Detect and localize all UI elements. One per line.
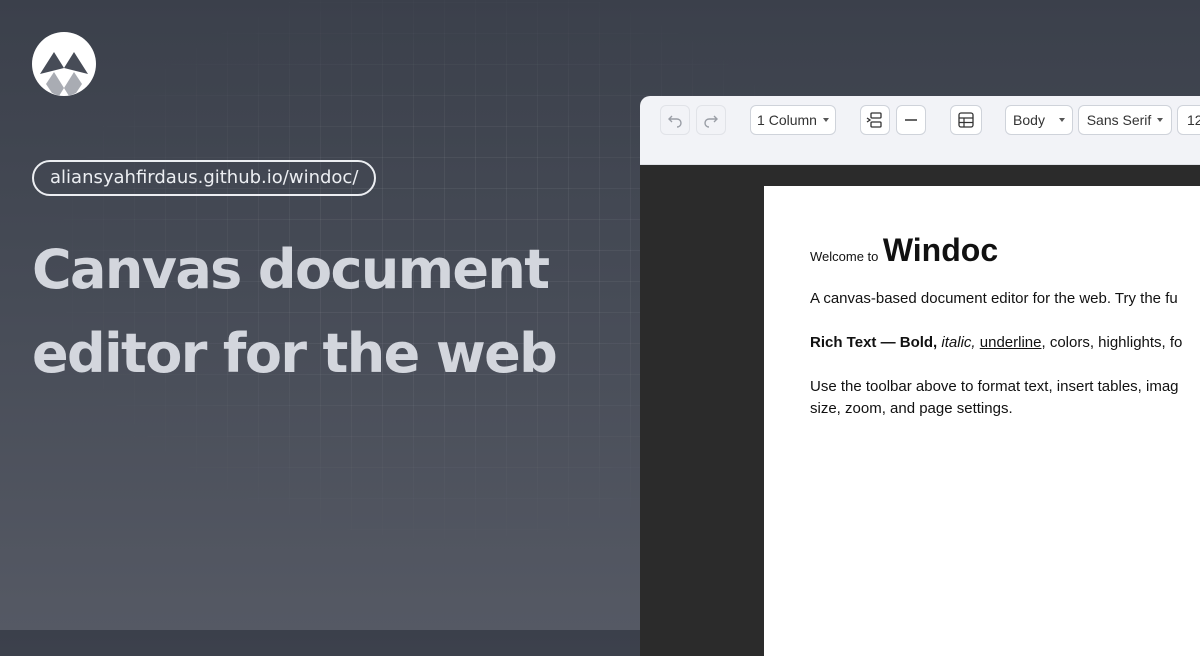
horizontal-rule-icon [905,119,917,121]
rich-text-bold: Rich Text — Bold, [810,334,938,351]
font-family-label: Sans Serif [1086,112,1152,128]
chevron-down-icon [822,118,829,122]
redo-icon [704,115,718,128]
heading-title: Windoc [882,232,999,268]
font-family-dropdown[interactable]: Sans Serif [1078,105,1172,135]
paragraph-style-dropdown[interactable]: Body [1005,105,1073,135]
document-paragraph-3a: Use the toolbar above to format text, in… [810,378,1179,395]
toolbar: 1 Column Body Sans Serif 1 [640,96,1200,165]
horizontal-rule-button[interactable] [896,105,926,135]
headline-line-2: editor for the web [32,322,558,385]
undo-button[interactable] [660,105,690,135]
windoc-logo-icon [32,32,96,96]
font-size-dropdown[interactable]: 12 [1177,105,1200,135]
document-page[interactable]: Welcome to Windoc A canvas-based documen… [764,186,1200,656]
document-paragraph-2: Rich Text — Bold, italic, underline, col… [810,334,1182,351]
headline: Canvas document editor for the web [32,228,632,396]
headline-line-1: Canvas document [32,238,550,301]
heading-prefix: Welcome to [810,249,879,264]
rich-text-rest: , colors, highlights, fo [1041,334,1183,351]
page-break-button[interactable] [860,105,890,135]
document-paragraph-1: A canvas-based document editor for the w… [810,290,1178,307]
url-badge[interactable]: aliansyahfirdaus.github.io/windoc/ [32,160,377,196]
columns-label: 1 Column [757,112,817,128]
undo-icon [668,115,682,128]
page-break-icon [866,112,882,128]
insert-table-button[interactable] [950,105,982,135]
columns-dropdown[interactable]: 1 Column [750,105,836,135]
chevron-down-icon [1058,118,1065,122]
table-icon [958,112,974,128]
paragraph-style-label: Body [1013,112,1045,128]
chevron-down-icon [1157,118,1164,122]
document-heading: Welcome to Windoc [810,232,998,269]
font-size-label: 12 [1187,112,1200,128]
rich-text-underline: underline [979,334,1042,351]
document-paragraph-3b: size, zoom, and page settings. [810,400,1013,417]
redo-button[interactable] [696,105,726,135]
editor-window: 1 Column Body Sans Serif 1 Welcome to Wi… [640,96,1200,656]
rich-text-italic: italic, [941,334,976,351]
